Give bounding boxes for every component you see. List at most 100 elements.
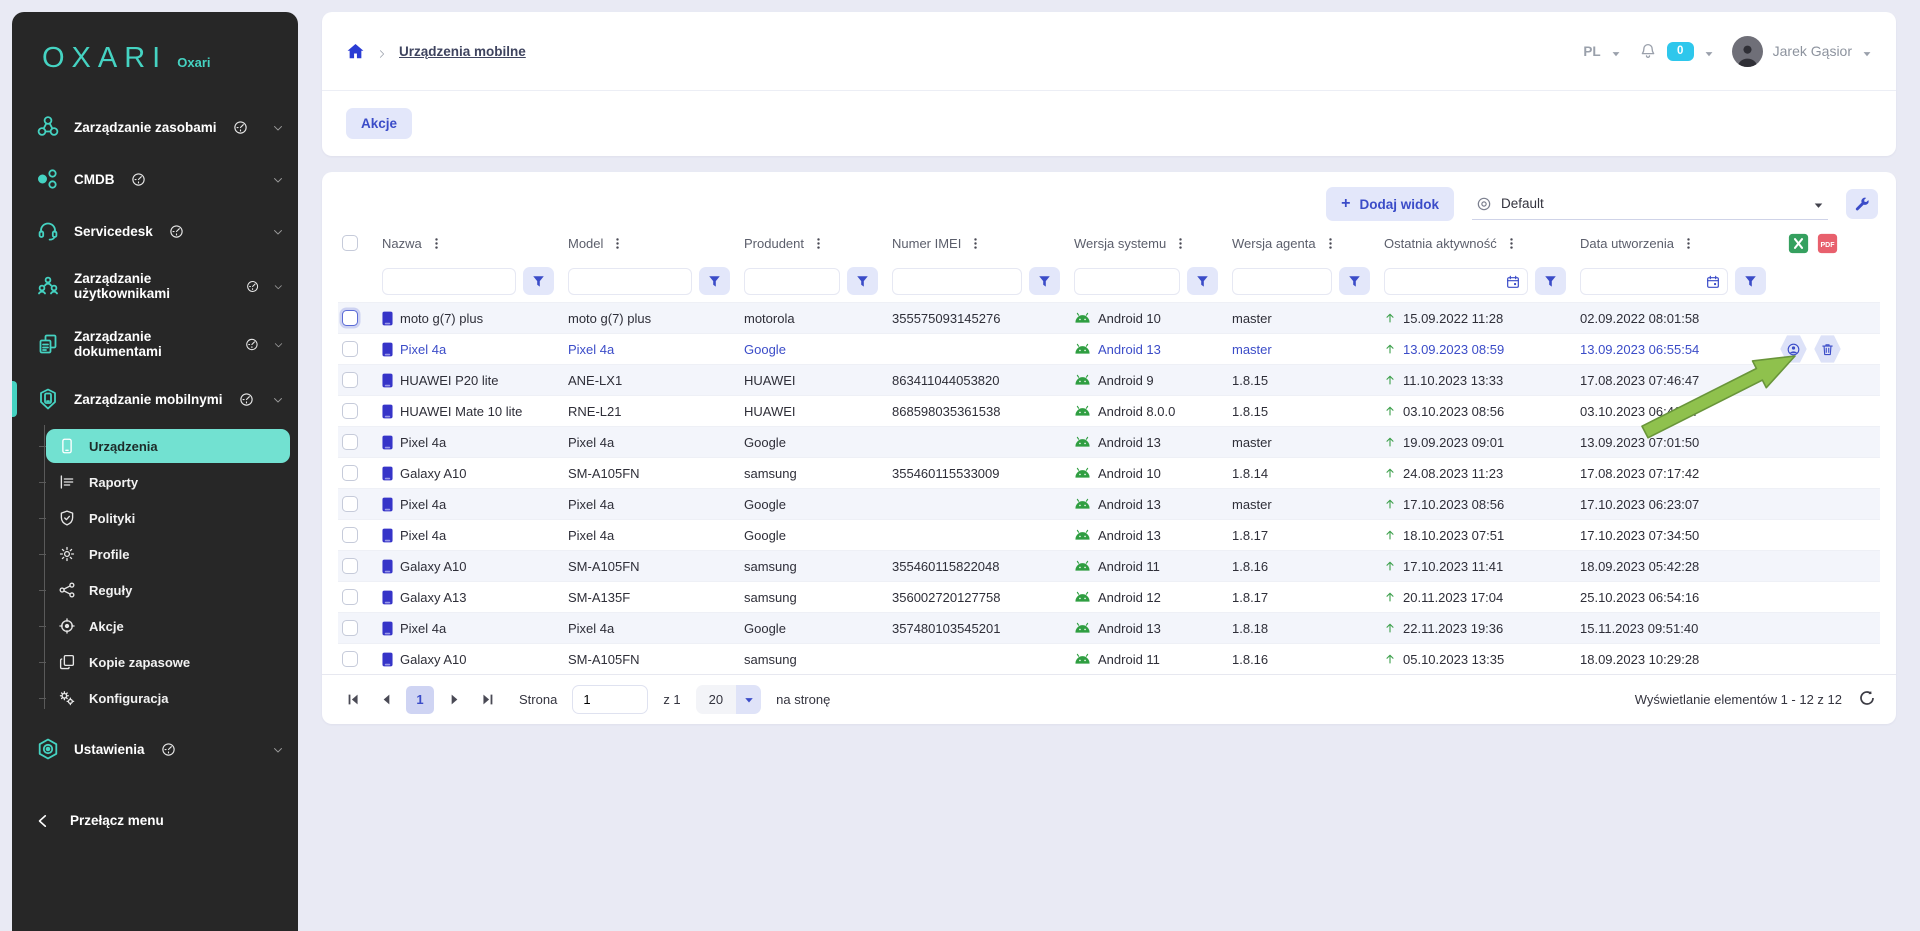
delete-button[interactable] [1814,335,1841,364]
sidebar-item-ustawienia[interactable]: Ustawienia [12,723,298,775]
device-icon [382,435,393,450]
row-checkbox[interactable] [342,558,358,574]
table-row[interactable]: Galaxy A10SM-A105FNsamsung35546011582204… [338,550,1880,581]
avatar[interactable] [1732,36,1763,67]
filter-input-model[interactable] [569,269,691,294]
add-view-button[interactable]: + Dodaj widok [1326,187,1454,221]
refresh-button[interactable] [1856,689,1878,711]
sidebar-item-cmdb[interactable]: CMDB [12,153,298,205]
row-checkbox[interactable] [342,527,358,543]
menu-toggle[interactable]: Przełącz menu [12,791,298,850]
documents-icon [36,332,60,356]
row-checkbox[interactable] [342,589,358,605]
filter-input-imei[interactable] [893,269,1021,294]
bell-icon[interactable] [1639,42,1657,60]
column-header-last_activity[interactable]: Ostatnia aktywność [1384,236,1580,251]
cell-value: SM-A135F [568,590,630,605]
table-row[interactable]: Pixel 4aPixel 4aGoogleAndroid 13master19… [338,426,1880,457]
column-header-name[interactable]: Nazwa [382,236,568,251]
breadcrumb-current[interactable]: Urządzenia mobilne [399,44,526,59]
prev-page-button[interactable] [373,687,399,713]
menu-toggle-label: Przełącz menu [70,813,164,828]
notifications-badge[interactable]: 0 [1667,42,1694,61]
mobile-icon [36,387,60,411]
filter-button-os[interactable] [1187,267,1218,295]
home-icon[interactable] [346,42,365,61]
filter-input-wrap [1580,268,1728,295]
table-row[interactable]: Galaxy A13SM-A135Fsamsung356002720127758… [338,581,1880,612]
table-row[interactable]: moto g(7) plusmoto g(7) plusmotorola3555… [338,302,1880,333]
cell-os: Android 13 [1074,621,1232,636]
sidebar-item-akcje[interactable]: Akcje [46,609,290,643]
filter-input-agent[interactable] [1233,269,1331,294]
column-header-imei[interactable]: Numer IMEI [892,236,1074,251]
table-row[interactable]: Pixel 4aPixel 4aGoogleAndroid 13master17… [338,488,1880,519]
sidebar-item-konfiguracja[interactable]: Konfiguracja [46,681,290,715]
row-checkbox[interactable] [342,341,358,357]
sidebar-item-raporty[interactable]: Raporty [46,465,290,499]
filter-input-name[interactable] [383,269,515,294]
column-header-label: Model [568,236,603,251]
caret-down-icon[interactable] [1704,46,1714,56]
filter-input-producer[interactable] [745,269,839,294]
filter-input-os[interactable] [1075,269,1179,294]
row-checkbox[interactable] [342,620,358,636]
table-header-row: NazwaModel ProdudentNumer IMEIWersja syst… [338,226,1880,260]
filter-button-imei[interactable] [1029,267,1060,295]
export-pdf-button[interactable]: PDF [1817,233,1838,254]
table-row[interactable]: Pixel 4aPixel 4aGoogleAndroid 131.8.1718… [338,519,1880,550]
row-checkbox[interactable] [342,403,358,419]
row-checkbox[interactable] [342,372,358,388]
actions-button[interactable]: Akcje [346,108,412,139]
table-row[interactable]: Galaxy A10SM-A105FNsamsung35546011553300… [338,457,1880,488]
sidebar-item-polityki[interactable]: Polityki [46,501,290,535]
select-all-checkbox[interactable] [342,235,358,251]
column-header-agent[interactable]: Wersja agenta [1232,236,1384,251]
filter-button-name[interactable] [523,267,554,295]
language-selector[interactable]: PL [1583,44,1600,59]
view-selector[interactable]: Default [1472,188,1828,220]
filter-button-model[interactable] [699,267,730,295]
sidebar-item-urzadzenia[interactable]: Urządzenia [46,429,290,463]
filter-cell-created [1580,267,1780,295]
row-checkbox[interactable] [342,310,358,326]
table-row[interactable]: Pixel 4aPixel 4aGoogleAndroid 13master13… [338,333,1880,364]
configure-columns-button[interactable] [1846,189,1878,219]
table-row[interactable]: Pixel 4aPixel 4aGoogle357480103545201And… [338,612,1880,643]
device-icon [382,466,393,481]
filter-button-last_activity[interactable] [1535,267,1566,295]
row-checkbox[interactable] [342,434,358,450]
sidebar-item-reguly[interactable]: Reguły [46,573,290,607]
sidebar-item-zarzadzanie-uzytkownikami[interactable]: Zarządzanie użytkownikami [12,257,298,315]
export-excel-button[interactable] [1788,233,1809,254]
row-checkbox[interactable] [342,496,358,512]
filter-button-created[interactable] [1735,267,1766,295]
sidebar-item-zarzadzanie-mobilnymi[interactable]: Zarządzanie mobilnymi [12,373,298,425]
column-header-created[interactable]: Data utworzenia [1580,236,1780,251]
sidebar-item-servicedesk[interactable]: Servicedesk [12,205,298,257]
caret-down-icon[interactable] [1862,46,1872,56]
column-header-model[interactable]: Model [568,236,744,251]
row-checkbox[interactable] [342,651,358,667]
row-checkbox[interactable] [342,465,358,481]
table-row[interactable]: HUAWEI P20 liteANE-LX1HUAWEI863411044053… [338,364,1880,395]
page-input[interactable] [572,685,648,714]
user-name[interactable]: Jarek Gąsior [1773,43,1852,59]
page-size-selector[interactable]: 20 [696,685,761,714]
last-page-button[interactable] [474,687,500,713]
sidebar-item-profile[interactable]: Profile [46,537,290,571]
cell-name: Galaxy A10 [382,466,568,481]
next-page-button[interactable] [441,687,467,713]
column-header-os[interactable]: Wersja systemu [1074,236,1232,251]
current-page-button[interactable]: 1 [406,686,434,714]
sidebar-item-zarzadzanie-dokumentami[interactable]: Zarządzanie dokumentami [12,315,298,373]
table-row[interactable]: Galaxy A10SM-A105FNsamsungAndroid 111.8.… [338,643,1880,674]
column-header-producer[interactable]: Produdent [744,236,892,251]
preview-button[interactable] [1780,335,1807,364]
filter-button-agent[interactable] [1339,267,1370,295]
sidebar-item-zarzadzanie-zasobami[interactable]: Zarządzanie zasobami [12,101,298,153]
table-row[interactable]: HUAWEI Mate 10 liteRNE-L21HUAWEI86859803… [338,395,1880,426]
sidebar-item-kopie-zapasowe[interactable]: Kopie zapasowe [46,645,290,679]
filter-button-producer[interactable] [847,267,878,295]
first-page-button[interactable] [340,687,366,713]
